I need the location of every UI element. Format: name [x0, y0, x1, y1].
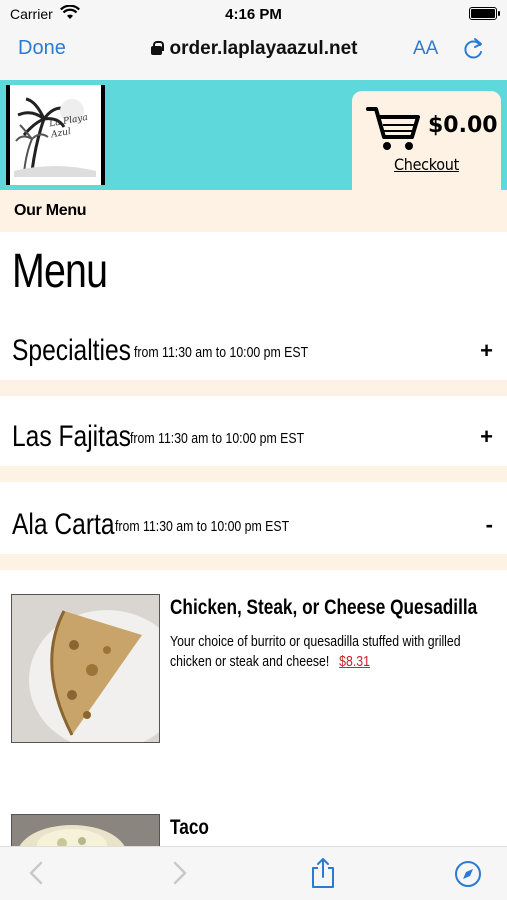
cart-icon[interactable]: [366, 105, 422, 158]
item-description-text: Your choice of burrito or quesadilla stu…: [170, 633, 461, 670]
item-title[interactable]: Taco: [170, 816, 209, 840]
battery-icon: [469, 7, 500, 20]
browser-toolbar: [0, 846, 507, 900]
category-hours: from 11:30 am to 10:00 pm EST: [115, 518, 290, 535]
category-specialties[interactable]: Specialties from 11:30 am to 10:00 pm ES…: [0, 318, 507, 380]
category-name: Specialties: [12, 334, 131, 367]
checkout-link[interactable]: Checkout: [352, 155, 501, 174]
category-name: Ala Carta: [12, 508, 115, 541]
divider: [0, 380, 507, 396]
category-hours: from 11:30 am to 10:00 pm EST: [134, 344, 309, 361]
back-icon[interactable]: [26, 859, 46, 892]
collapse-icon[interactable]: -: [486, 512, 493, 538]
divider: [0, 466, 507, 482]
item-price[interactable]: $8.31: [339, 653, 370, 670]
our-menu-link[interactable]: Our Menu: [14, 202, 87, 220]
url-text: order.laplayaazul.net: [169, 38, 358, 59]
cart-total: $0.00: [428, 113, 498, 138]
share-icon[interactable]: [310, 857, 336, 894]
divider: [0, 554, 507, 570]
expand-icon[interactable]: +: [480, 338, 493, 364]
expand-icon[interactable]: +: [480, 424, 493, 450]
site-logo[interactable]: La Playa Azul: [6, 85, 105, 185]
clock: 4:16 PM: [225, 6, 282, 23]
lock-icon: [150, 41, 164, 55]
item-title[interactable]: Chicken, Steak, or Cheese Quesadilla: [170, 596, 477, 620]
site-nav-bar: Our Menu: [0, 190, 507, 232]
category-ala-carta[interactable]: Ala Carta from 11:30 am to 10:00 pm EST …: [0, 492, 507, 554]
status-bar: Carrier 4:16 PM: [0, 0, 507, 28]
category-las-fajitas[interactable]: Las Fajitas from 11:30 am to 10:00 pm ES…: [0, 404, 507, 466]
reload-icon[interactable]: [462, 37, 486, 66]
item-description: Your choice of burrito or quesadilla stu…: [170, 632, 478, 672]
page-title: Menu: [12, 245, 108, 298]
compass-icon[interactable]: [454, 860, 482, 893]
text-size-button[interactable]: AA: [413, 38, 438, 60]
cart-panel[interactable]: $0.00 Checkout: [352, 91, 501, 191]
quesadilla-photo[interactable]: [11, 594, 160, 743]
category-name: Las Fajitas: [12, 420, 131, 453]
category-hours: from 11:30 am to 10:00 pm EST: [130, 430, 305, 447]
forward-icon[interactable]: [170, 859, 190, 892]
browser-nav-bar: Done order.laplayaazul.net AA: [0, 28, 507, 80]
